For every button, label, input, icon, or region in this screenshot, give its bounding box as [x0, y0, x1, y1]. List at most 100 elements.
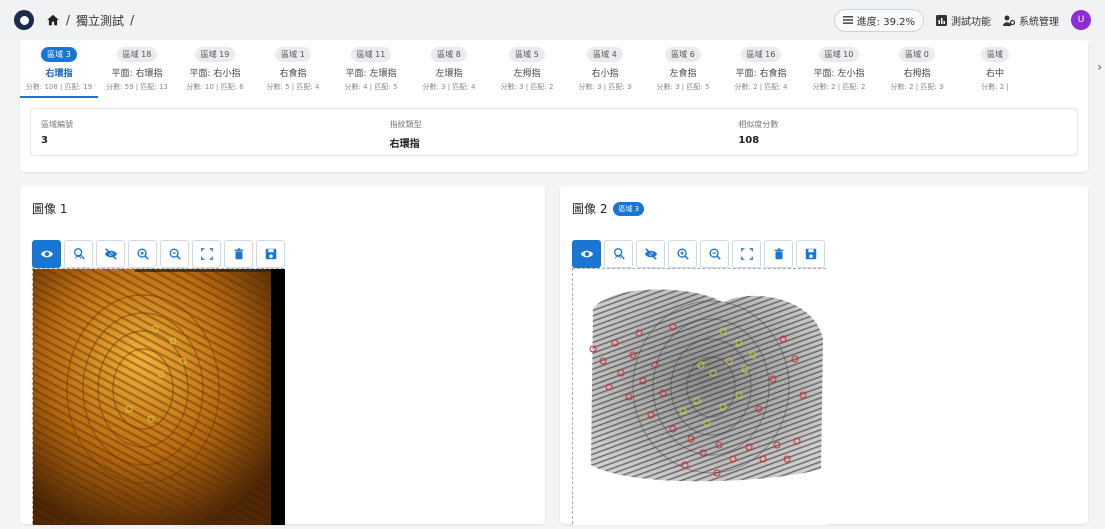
region-tab[interactable]: 區域 8 左環指 分數: 3 | 匹配: 4 — [410, 42, 488, 98]
region-finger-name: 右中 — [985, 69, 1004, 79]
user-avatar[interactable]: U — [1071, 10, 1091, 30]
zoom-out-button[interactable] — [700, 240, 729, 268]
test-functions-label: 測試功能 — [951, 16, 991, 28]
region-finger-name: 平面: 右環指 — [111, 69, 163, 79]
eye-button[interactable] — [572, 240, 601, 268]
detail-label: 相似度分數 — [738, 120, 779, 129]
region-tab[interactable]: 區域 1 右食指 分數: 5 | 匹配: 4 — [254, 42, 332, 98]
save-button[interactable] — [796, 240, 825, 268]
delete-button[interactable] — [224, 240, 253, 268]
zoom-out-button[interactable] — [160, 240, 189, 268]
zoom-in-button[interactable] — [128, 240, 157, 268]
region-finger-name: 右環指 — [45, 69, 73, 79]
region-score: 分數: 4 | 匹配: 5 — [344, 83, 398, 91]
detail-label: 區域編號 — [41, 120, 73, 129]
region-tab[interactable]: 區域 4 右小指分數: 3 | 匹配: 3 — [566, 42, 644, 98]
region-chip: 區域 5 — [509, 47, 545, 62]
latent-fingerprint-image[interactable] — [33, 269, 285, 525]
region-tab[interactable]: 區域 6 左食指 分數: 3 | 匹配: 5 — [644, 42, 722, 98]
eye-off-icon — [104, 247, 118, 261]
search-person-button[interactable] — [64, 240, 93, 268]
panel-title: 圖像 1 — [32, 200, 67, 217]
region-tab[interactable]: 區域 16 平面: 右食指 分數: 2 | 匹配: 4 — [722, 42, 800, 98]
region-tabs: 區域 3 右環指 分數: 108 | 匹配: 19 區域 18 平面: 右環指 分數: 5… — [20, 42, 1068, 98]
zoom-in-icon — [676, 247, 690, 261]
region-tab[interactable]: 區域 右中 分數: 2 | — [956, 42, 1034, 98]
region-score: 分數: 2 | 匹配: 3 — [890, 83, 944, 91]
region-details: 區域編號 3 指紋類型 右環指 相似度分數 108 — [30, 108, 1078, 156]
region-finger-name: 右小指 — [591, 69, 619, 79]
region-chip: 區域 19 — [194, 47, 236, 62]
breadcrumb-separator: / — [66, 13, 71, 27]
region-score: 分數: 3 | 匹配: 2 — [500, 83, 554, 91]
top-bar: / 獨立測試 / 進度: 39.2% 測試功能 系統管理 U — [0, 0, 1105, 40]
region-chip: 區域 4 — [587, 47, 623, 62]
zoom-out-icon — [168, 247, 182, 261]
image-canvas[interactable] — [572, 268, 827, 525]
region-finger-name: 平面: 右食指 — [735, 69, 787, 79]
eye-off-icon — [644, 247, 658, 261]
region-tab[interactable]: 區域 10 平面: 左小指 分數: 2 | 匹配: 2 — [800, 42, 878, 98]
eye-button[interactable] — [32, 240, 61, 268]
region-score: 分數: 5 | 匹配: 4 — [266, 83, 320, 91]
region-tab[interactable]: 區域 5 左拇指 分數: 3 | 匹配: 2 — [488, 42, 566, 98]
delete-icon — [232, 247, 246, 261]
region-chip: 區域 1 — [275, 47, 311, 62]
admin-icon — [1003, 15, 1015, 26]
scroll-right-icon[interactable]: › — [1097, 60, 1102, 74]
region-chip: 區域 6 — [665, 47, 701, 62]
app-logo[interactable] — [14, 10, 34, 30]
detail-value: 108 — [738, 135, 760, 146]
region-score: 分數: 3 | 匹配: 3 — [578, 83, 632, 91]
zoom-in-button[interactable] — [668, 240, 697, 268]
region-score: 分數: 10 | 匹配: 6 — [186, 83, 244, 91]
progress-indicator[interactable]: 進度: 39.2% — [833, 8, 924, 32]
region-score: 分數: 59 | 匹配: 13 — [106, 83, 168, 91]
fit-screen-button[interactable] — [192, 240, 221, 268]
region-chip: 區域 8 — [431, 47, 467, 62]
delete-icon — [772, 247, 786, 261]
fit-screen-button[interactable] — [732, 240, 761, 268]
system-admin-button[interactable]: 系統管理 — [1003, 13, 1059, 28]
panel-title-text: 圖像 1 — [32, 202, 68, 216]
region-finger-name: 左環指 — [435, 69, 463, 79]
image-panel-2: 圖像 2 區域 3 — [560, 186, 1088, 525]
panel-title: 圖像 2 區域 3 — [572, 200, 645, 217]
detail-finger-type: 指紋類型 右環指 — [380, 109, 729, 155]
region-chip: 區域 — [981, 47, 1009, 62]
region-finger-name: 平面: 左小指 — [813, 69, 865, 79]
breadcrumb-separator: / — [130, 13, 135, 27]
save-button[interactable] — [256, 240, 285, 268]
image-canvas[interactable] — [32, 268, 285, 525]
panel-title-text: 圖像 2 — [572, 202, 608, 216]
test-functions-button[interactable]: 測試功能 — [936, 13, 991, 28]
delete-button[interactable] — [764, 240, 793, 268]
image-toolbar — [32, 240, 285, 268]
image-panel-1: 圖像 1 — [20, 186, 545, 525]
region-score: 分數: 2 | 匹配: 2 — [812, 83, 866, 91]
breadcrumb: / 獨立測試 / — [46, 12, 134, 29]
progress-label: 進度: 39.2% — [856, 16, 915, 28]
fit-screen-icon — [740, 247, 754, 261]
region-tab[interactable]: 區域 11 平面: 左環指 分數: 4 | 匹配: 5 — [332, 42, 410, 98]
region-score: 分數: 2 | 匹配: 4 — [734, 83, 788, 91]
region-finger-name: 右拇指 — [903, 69, 931, 79]
save-icon — [804, 247, 818, 261]
breadcrumb-page[interactable]: 獨立測試 — [76, 12, 124, 29]
eye-off-button[interactable] — [636, 240, 665, 268]
eye-off-button[interactable] — [96, 240, 125, 268]
region-tab[interactable]: 區域 0 右拇指 分數: 2 | 匹配: 3 — [878, 42, 956, 98]
zoom-in-icon — [136, 247, 150, 261]
home-icon[interactable] — [46, 13, 60, 27]
region-summary-card: 區域 3 右環指 分數: 108 | 匹配: 19 區域 18 平面: 右環指 分數: 5… — [20, 40, 1102, 172]
region-tab[interactable]: 區域 19 平面: 右小指 分數: 10 | 匹配: 6 — [176, 42, 254, 98]
save-icon — [264, 247, 278, 261]
region-tab[interactable]: 區域 3 右環指 分數: 108 | 匹配: 19 — [20, 42, 98, 98]
region-badge: 區域 3 — [613, 201, 645, 216]
image-toolbar — [572, 240, 825, 268]
region-tab[interactable]: 區域 18 平面: 右環指 分數: 59 | 匹配: 13 — [98, 42, 176, 98]
region-finger-name: 平面: 右小指 — [189, 69, 241, 79]
reference-fingerprint-image[interactable] — [573, 269, 827, 525]
region-finger-name: 左食指 — [669, 69, 697, 79]
search-person-button[interactable] — [604, 240, 633, 268]
